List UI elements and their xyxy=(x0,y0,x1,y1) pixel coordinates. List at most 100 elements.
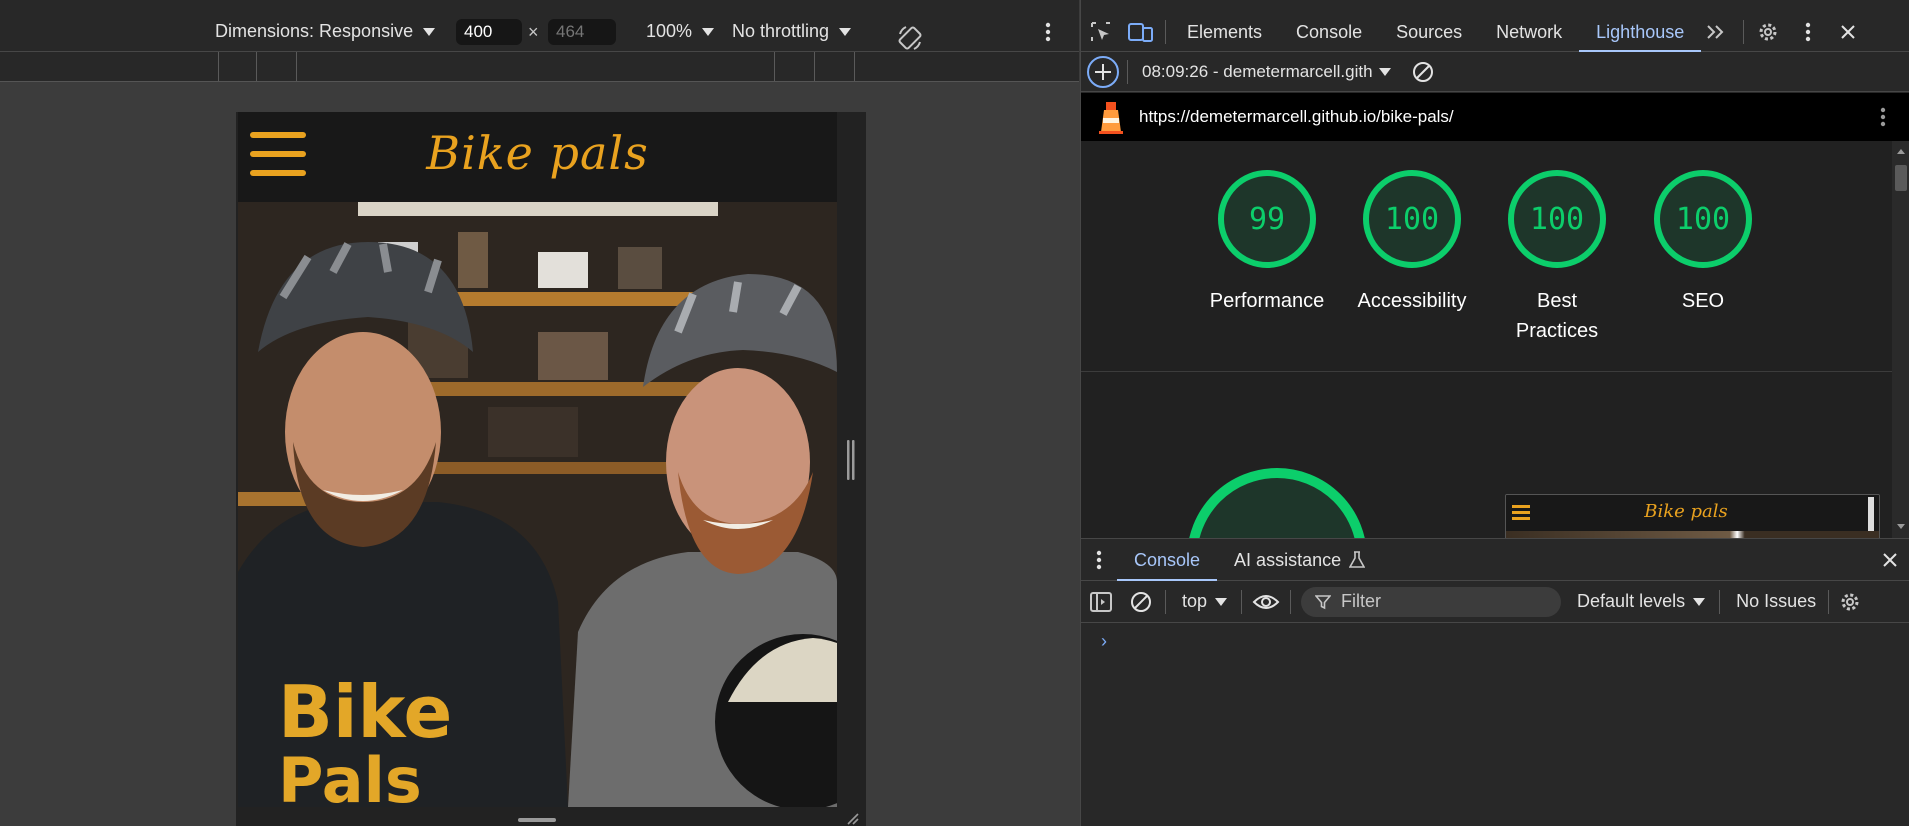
site-logo[interactable]: Bike pals xyxy=(238,126,837,180)
report-scrollbar[interactable] xyxy=(1892,141,1909,538)
chevron-down-icon xyxy=(1693,597,1706,606)
height-input[interactable] xyxy=(548,19,616,45)
drawer-tab-label: AI assistance xyxy=(1234,549,1342,570)
kebab-icon xyxy=(1806,22,1811,41)
customize-menu-button[interactable] xyxy=(1788,12,1828,52)
inspect-element-button[interactable] xyxy=(1081,12,1121,52)
console-sidebar-toggle[interactable] xyxy=(1081,582,1121,622)
settings-button[interactable] xyxy=(1748,12,1788,52)
console-drawer: Console AI assistance top Filter Default… xyxy=(1081,538,1909,826)
score-value: 100 xyxy=(1508,170,1606,268)
emulated-page: Bike pals Bike Pals xyxy=(238,112,837,807)
hero-photo-illustration: Bike Pals xyxy=(238,202,837,807)
drawer-tab-bar: Console AI assistance xyxy=(1081,539,1909,581)
more-tabs-button[interactable] xyxy=(1701,12,1731,52)
dimensions-dropdown[interactable]: Dimensions: Responsive xyxy=(215,21,436,42)
resize-corner-icon[interactable] xyxy=(846,812,860,826)
chevron-down-icon xyxy=(839,27,852,36)
tab-elements[interactable]: Elements xyxy=(1170,12,1279,52)
media-query-segment[interactable] xyxy=(854,52,855,81)
chevron-down-icon xyxy=(1378,67,1391,76)
resize-handle-right[interactable] xyxy=(846,440,856,480)
devtools-panel: Elements Console Sources Network Lightho… xyxy=(1080,0,1909,826)
thumb-logo: Bike pals xyxy=(1644,501,1728,522)
separator xyxy=(1165,589,1166,614)
drawer-menu-button[interactable] xyxy=(1081,540,1117,580)
throttling-label: No throttling xyxy=(732,21,830,41)
separator xyxy=(1828,589,1830,614)
performance-gauge-large xyxy=(1187,468,1367,538)
tab-network[interactable]: Network xyxy=(1479,12,1579,52)
context-label: top xyxy=(1182,591,1208,611)
sidebar-icon xyxy=(1090,591,1112,612)
drawer-tab-ai-assistance[interactable]: AI assistance xyxy=(1217,539,1382,581)
device-toolbar: Dimensions: Responsive × 100% No throttl… xyxy=(0,12,1079,52)
scroll-down-icon[interactable] xyxy=(1896,523,1906,531)
kebab-icon xyxy=(1045,22,1051,42)
final-screenshot-thumbnail[interactable]: Bike pals xyxy=(1505,494,1880,538)
drag-handle-icon xyxy=(847,440,855,480)
report-tools-button[interactable] xyxy=(1863,97,1903,137)
device-toolbar-toggle[interactable] xyxy=(1121,12,1161,52)
log-levels-select[interactable]: Default levels xyxy=(1577,591,1706,612)
kebab-icon xyxy=(1880,107,1886,127)
kebab-icon xyxy=(1096,550,1102,569)
media-query-segment[interactable] xyxy=(218,52,219,81)
clear-reports-button[interactable] xyxy=(1403,52,1443,92)
tab-console[interactable]: Console xyxy=(1279,12,1379,52)
console-toolbar: top Filter Default levels No Issues xyxy=(1081,581,1909,623)
report-divider xyxy=(1081,371,1892,372)
more-options-button[interactable] xyxy=(1028,12,1068,52)
zoom-dropdown[interactable]: 100% xyxy=(646,21,715,42)
lighthouse-icon xyxy=(1099,102,1123,134)
width-input[interactable] xyxy=(456,19,522,45)
throttling-dropdown[interactable]: No throttling xyxy=(732,21,852,42)
console-filter-input[interactable]: Filter xyxy=(1301,586,1562,617)
gear-icon xyxy=(1841,593,1859,610)
devtools-window: Dimensions: Responsive × 100% No throttl… xyxy=(0,0,1909,826)
select-element-icon xyxy=(1091,21,1110,41)
block-icon xyxy=(1412,61,1433,82)
new-report-button[interactable] xyxy=(1083,52,1123,92)
lighthouse-report: 99 Performance 100 Accessibility 100 Bes… xyxy=(1081,141,1892,538)
close-devtools-button[interactable] xyxy=(1828,12,1868,52)
resize-handle-bottom[interactable] xyxy=(518,818,556,822)
media-query-ruler[interactable] xyxy=(0,52,1079,82)
score-gauge-performance[interactable]: 99 Performance xyxy=(1192,170,1342,316)
close-drawer-button[interactable] xyxy=(1870,540,1909,580)
console-settings-button[interactable] xyxy=(1833,582,1867,622)
close-icon xyxy=(1841,24,1855,39)
media-query-segment[interactable] xyxy=(774,52,775,81)
flask-icon xyxy=(1349,550,1366,568)
score-gauge-accessibility[interactable]: 100 Accessibility xyxy=(1337,170,1487,316)
live-expression-button[interactable] xyxy=(1246,582,1286,622)
hero-photo: Bike Pals xyxy=(238,202,837,807)
media-query-segment[interactable] xyxy=(814,52,815,81)
report-url[interactable]: https://demetermarcell.github.io/bike-pa… xyxy=(1139,107,1454,127)
separator xyxy=(1743,19,1745,44)
report-select[interactable]: 08:09:26 - demetermarcell.gith xyxy=(1142,62,1391,82)
score-label: Best Practices xyxy=(1515,290,1599,342)
tab-sources[interactable]: Sources xyxy=(1379,12,1479,52)
svg-text:Bike: Bike xyxy=(278,670,452,754)
chevron-down-icon xyxy=(702,27,715,36)
media-query-segment[interactable] xyxy=(256,52,257,81)
media-query-segment[interactable] xyxy=(296,52,297,81)
score-label: SEO xyxy=(1681,290,1725,312)
score-gauge-best-practices[interactable]: 100 Best Practices xyxy=(1482,170,1632,346)
score-gauge-seo[interactable]: 100 SEO xyxy=(1628,170,1778,316)
issues-counter[interactable]: No Issues xyxy=(1736,591,1816,612)
separator xyxy=(1719,589,1721,614)
separator xyxy=(1127,59,1128,84)
scroll-up-icon[interactable] xyxy=(1896,147,1906,155)
thumb-scrollbar xyxy=(1868,497,1874,531)
console-prompt[interactable]: › xyxy=(1101,631,1107,652)
drawer-tab-console[interactable]: Console xyxy=(1117,539,1218,581)
tab-lighthouse[interactable]: Lighthouse xyxy=(1579,12,1702,52)
context-select[interactable]: top xyxy=(1182,591,1228,612)
clear-console-button[interactable] xyxy=(1121,582,1161,622)
scrollbar-thumb[interactable] xyxy=(1895,165,1907,191)
filter-placeholder: Filter xyxy=(1341,591,1382,611)
device-emulation-pane: Dimensions: Responsive × 100% No throttl… xyxy=(0,0,1079,826)
dimensions-label: Dimensions: Responsive xyxy=(215,21,414,41)
